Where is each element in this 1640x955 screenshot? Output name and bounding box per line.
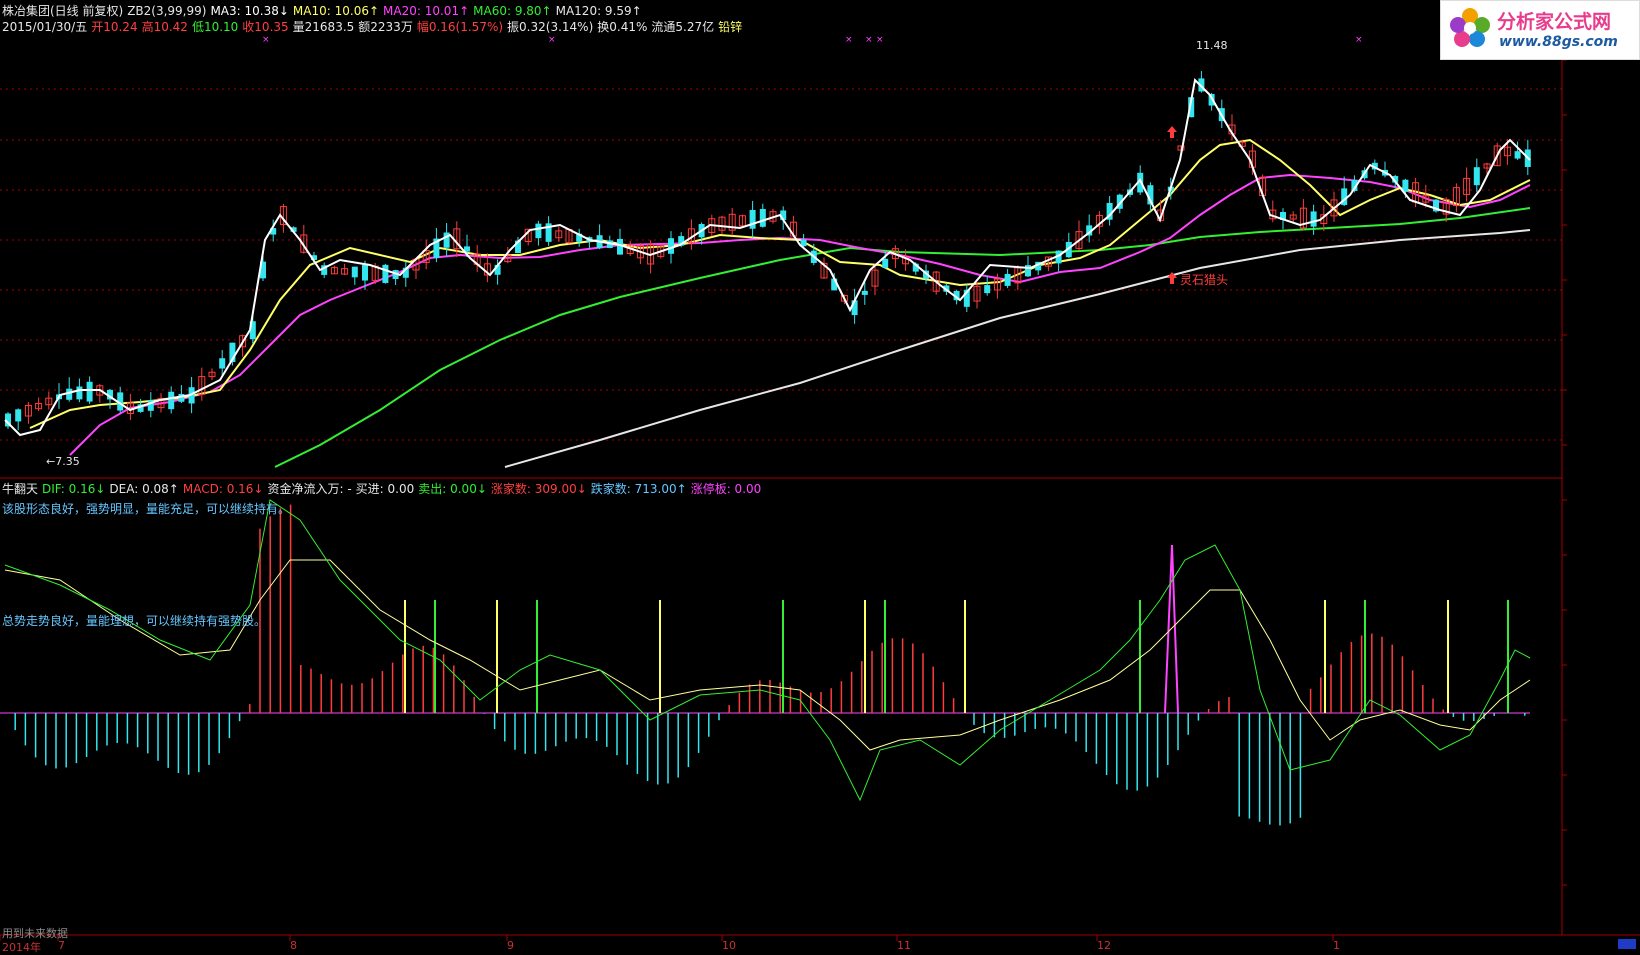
indicator-field-6: 卖出: 0.00↓ [418, 482, 487, 496]
x-marker-0: × [262, 35, 270, 45]
dea-line [4, 559, 1531, 751]
candle-body-96 [984, 285, 991, 294]
candle-body-148 [1514, 151, 1521, 159]
candle-body-1 [15, 409, 22, 422]
flower-icon [1450, 8, 1490, 47]
quote-field-1: 开10.24 [91, 20, 138, 34]
x-marker-5: × [1355, 35, 1363, 45]
quote-field-11: 铅锌 [718, 20, 743, 34]
x-label-3: 9 [507, 939, 514, 952]
dif-line [4, 499, 1531, 802]
candle-body-35 [362, 264, 368, 281]
indicator-comment-2: 总势走势良好，量能理想，可以继续持有强势股。 [2, 614, 267, 628]
x-label-4: 10 [722, 939, 736, 952]
quote-field-4: 收10.35 [242, 20, 289, 34]
quote-field-2: 高10.42 [141, 20, 188, 34]
indicator-field-8: 跌家数: 713.00↑ [590, 482, 687, 496]
header-field-6: MA120: 9.59↑ [555, 4, 642, 18]
indicator-field-7: 涨家数: 309.00↓ [490, 482, 587, 496]
quote-field-8: 振0.32(3.14%) [507, 20, 594, 34]
candle-body-8 [86, 381, 93, 402]
indicator-field-4: 资金净流入万: - [267, 482, 352, 496]
quote-field-0: 2015/01/30/五 [2, 20, 88, 34]
header-line-2: 2015/01/30/五 开10.24 高10.42 低10.10 收10.35 量216… [2, 20, 746, 34]
quote-field-5: 量21683.5 [292, 20, 355, 34]
candle-body-21 [219, 358, 226, 369]
quote-field-9: 换0.41% [597, 20, 648, 34]
site-logo[interactable]: 分析家公式网 www.88gs.com [1440, 0, 1640, 60]
candle-body-74 [759, 208, 766, 227]
header-field-3: MA10: 10.06↑ [292, 4, 380, 18]
candle-body-144 [1473, 167, 1480, 186]
header-field-1: ZB2(3,99,99) [127, 4, 207, 18]
chart-canvas: ××××××× [0, 0, 1640, 941]
logo-title: 分析家公式网 [1497, 11, 1612, 33]
header-field-4: MA20: 10.01↑ [383, 4, 470, 18]
x-marker-3: × [865, 35, 873, 45]
ma10-line [29, 138, 1531, 429]
candle-body-65 [668, 238, 674, 254]
quote-field-3: 低10.10 [191, 20, 239, 34]
candle-body-73 [749, 209, 756, 229]
x-label-2: 8 [290, 939, 297, 952]
quote-field-6: 额2233万 [358, 20, 413, 34]
indicator-field-1: DIF: 0.16↓ [42, 482, 106, 496]
high-price-label: 11.48 [1196, 39, 1228, 52]
x-label-6: 12 [1097, 939, 1111, 952]
indicator-field-0: 牛翻天 [2, 482, 39, 496]
candle-body-52 [535, 223, 542, 239]
header-field-5: MA60: 9.80↑ [473, 4, 552, 18]
indicator-line: 牛翻天 DIF: 0.16↓ DEA: 0.08↑ MACD: 0.16↓ 资金净流入万… [2, 482, 765, 496]
header-field-0: 株冶集团(日线 前复权) [2, 4, 124, 18]
ma3-line [4, 77, 1531, 437]
scroll-toggle[interactable] [1618, 939, 1636, 949]
x-marker-1: × [548, 35, 556, 45]
quote-field-10: 流通5.27亿 [651, 20, 715, 34]
indicator-comment-1: 该股形态良好，强势明显，量能充足，可以继续持有。 [2, 502, 291, 516]
indicator-field-3: MACD: 0.16↓ [182, 482, 264, 496]
indicator-field-2: DEA: 0.08↑ [109, 482, 179, 496]
candle-body-128 [1310, 211, 1317, 227]
x-label-7: 1 [1333, 939, 1340, 952]
candle-body-34 [351, 266, 358, 278]
up-arrow-icon-1 [1167, 126, 1177, 138]
candle-body-84 [861, 290, 868, 295]
logo-url: www.88gs.com [1499, 34, 1618, 50]
candle-body-7 [76, 386, 83, 400]
quote-field-7: 幅0.16(1.57%) [416, 20, 504, 34]
low-price-label: ←7.35 [46, 455, 80, 468]
header-line-1: 株冶集团(日线 前复权) ZB2(3,99,99) MA3: 10.38↓ MA10:… [2, 4, 646, 18]
candle-body-98 [1004, 273, 1011, 286]
candle-body-37 [382, 264, 389, 283]
header-field-2: MA3: 10.38↓ [210, 4, 289, 18]
x-marker-2: × [845, 35, 853, 45]
indicator-field-5: 买进: 0.00 [355, 482, 415, 496]
candle-body-86 [882, 258, 889, 268]
signal-label: 灵石猎头 [1180, 273, 1229, 287]
ma60-line [274, 207, 1531, 468]
indicator-field-9: 涨停板: 0.00 [690, 482, 762, 496]
x-label-1: 7 [58, 939, 65, 952]
x-label-5: 11 [897, 939, 911, 952]
x-marker-4: × [876, 35, 884, 45]
candle-body-16 [168, 391, 175, 410]
